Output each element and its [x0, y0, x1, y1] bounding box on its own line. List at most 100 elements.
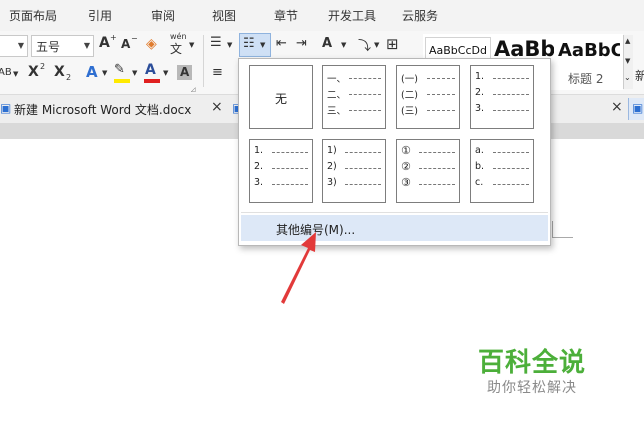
watermark-title: 百科全说 [478, 348, 587, 378]
change-case-icon[interactable]: A [322, 36, 332, 51]
decrease-indent-icon[interactable]: ⇤ [276, 36, 287, 51]
chevron-down-icon: ▼ [132, 69, 138, 77]
chevron-down-icon: ▼ [227, 41, 233, 49]
font-color-icon[interactable]: A [145, 62, 156, 78]
highlight-color-bar [114, 79, 130, 83]
cell-line: 二、 [327, 90, 347, 101]
dialog-launcher-icon[interactable]: ◿ [191, 86, 196, 93]
separator [203, 35, 204, 87]
menu-divider [241, 212, 548, 213]
char-shading-letter: A [180, 65, 190, 79]
table-icon[interactable]: ⊞ [386, 35, 399, 53]
numbering-circled[interactable]: ① ② ③ [396, 139, 460, 203]
numbering-chinese-paren[interactable]: (一) (二) (三) [396, 65, 460, 129]
cell-line: (一) [401, 74, 418, 85]
chevron-up-icon: ▲ [625, 37, 631, 45]
numbering-dropdown: 无 一、 二、 三、 (一) (二) (三) 1. 2. 3. 1. 2. 3.… [238, 58, 551, 246]
cell-line: a. [475, 145, 484, 156]
sort-icon[interactable]: ⤵ [358, 35, 371, 54]
chevron-down-icon: ▼ [374, 41, 380, 49]
numbering-arabic-dot[interactable]: 1. 2. 3. [470, 65, 534, 129]
superscript-icon[interactable]: X [28, 64, 39, 80]
chevron-down-icon: ▼ [341, 41, 347, 49]
chevron-down-icon: ▼ [163, 69, 169, 77]
bullet-list-icon[interactable]: ☰ [210, 36, 222, 49]
chevron-down-icon: ▼ [625, 57, 631, 65]
cell-line: (二) [401, 90, 418, 101]
gallery-scroll[interactable]: ▲ ▼ ⌄ [623, 35, 633, 89]
highlight-icon[interactable]: ✎ [114, 62, 125, 77]
cell-line: 一、 [327, 74, 347, 85]
numbering-letter[interactable]: a. b. c. [470, 139, 534, 203]
char-shading-icon[interactable]: A [177, 65, 192, 80]
menu-page-layout[interactable]: 页面布局 [9, 7, 57, 24]
numbering-arabic-paren[interactable]: 1) 2) 3) [322, 139, 386, 203]
cell-line: 3. [254, 177, 264, 188]
subscript-icon[interactable]: X [54, 64, 65, 80]
grow-arrow-icon: + [110, 33, 117, 42]
close-icon[interactable]: × [611, 99, 623, 115]
menu-bar: 页面布局 引用 审阅 视图 章节 开发工具 云服务 [0, 0, 644, 32]
numbering-none[interactable]: 无 [249, 65, 313, 129]
style-heading2[interactable]: AaBbC [558, 40, 620, 61]
clear-format-icon[interactable]: ◈ [146, 36, 157, 52]
active-tab-edge[interactable]: ▣ [628, 98, 644, 120]
page-margin-mark [552, 221, 573, 238]
numbering-arabic-dot-2[interactable]: 1. 2. 3. [249, 139, 313, 203]
cell-line: 1. [254, 145, 264, 156]
numbering-chinese-comma[interactable]: 一、 二、 三、 [322, 65, 386, 129]
text-outline-icon[interactable]: A [86, 63, 98, 81]
more-icon: ⌄ [624, 73, 631, 82]
menu-review[interactable]: 审阅 [151, 7, 175, 24]
close-icon[interactable]: × [211, 99, 223, 115]
cell-line: c. [475, 177, 484, 188]
doc-tab-label[interactable]: 新建 Microsoft Word 文档.docx [14, 101, 191, 118]
text-effect-label[interactable]: AB [0, 67, 12, 78]
numbered-list-button[interactable]: ☷ ▼ [239, 33, 271, 57]
font-size-value: 五号 [36, 40, 61, 54]
new-style-label[interactable]: 新 [635, 67, 644, 84]
cell-line: 2. [475, 87, 485, 98]
watermark-subtitle: 助你轻松解决 [487, 380, 577, 396]
chevron-down-icon: ▼ [260, 41, 266, 49]
cell-line: ① [401, 144, 411, 157]
chevron-down-icon: ▼ [83, 41, 90, 50]
shrink-arrow-icon: − [131, 34, 138, 43]
cell-line: 1) [327, 145, 337, 156]
menu-cloud-service[interactable]: 云服务 [402, 7, 438, 24]
cell-line: (三) [401, 106, 418, 117]
menu-references[interactable]: 引用 [88, 7, 112, 24]
red-arrow-annotation [281, 232, 316, 304]
numbered-list-icon: ☷ [243, 36, 255, 51]
cell-line: 2. [254, 161, 264, 172]
numbering-none-label: 无 [275, 92, 288, 106]
style-heading2-caption: 标题 2 [568, 72, 604, 86]
font-size-box[interactable]: 五号 ▼ [31, 35, 94, 57]
style-normal-sample: AaBbCcDd [429, 44, 487, 57]
menu-section[interactable]: 章节 [274, 7, 298, 24]
align-left-icon[interactable]: ≡ [212, 65, 223, 80]
cell-line: ③ [401, 176, 411, 189]
doc-icon-3: ▣ [632, 101, 644, 115]
cell-line: b. [475, 161, 485, 172]
chevron-down-icon: ▼ [189, 41, 195, 49]
cell-line: 三、 [327, 106, 347, 117]
chevron-down-icon: ▼ [13, 70, 19, 78]
cell-line: ② [401, 160, 411, 173]
superscript-two: 2 [40, 62, 46, 71]
subscript-two: 2 [66, 73, 72, 82]
cell-line: 2) [327, 161, 337, 172]
chevron-down-icon: ▼ [17, 41, 24, 50]
increase-indent-icon[interactable]: ⇥ [296, 36, 307, 51]
font-name-box[interactable]: ▼ [0, 35, 28, 57]
cell-line: 3. [475, 103, 485, 114]
pinyin-guide-icon[interactable]: 文 [170, 40, 182, 57]
shrink-font-icon[interactable]: A [121, 37, 130, 51]
font-color-bar [144, 79, 160, 83]
menu-view[interactable]: 视图 [212, 7, 236, 24]
grow-font-icon[interactable]: A [99, 35, 110, 51]
cell-line: 1. [475, 71, 485, 82]
menu-developer-tools[interactable]: 开发工具 [328, 7, 376, 24]
chevron-down-icon: ▼ [102, 69, 108, 77]
doc-icon: ▣ [0, 101, 12, 115]
